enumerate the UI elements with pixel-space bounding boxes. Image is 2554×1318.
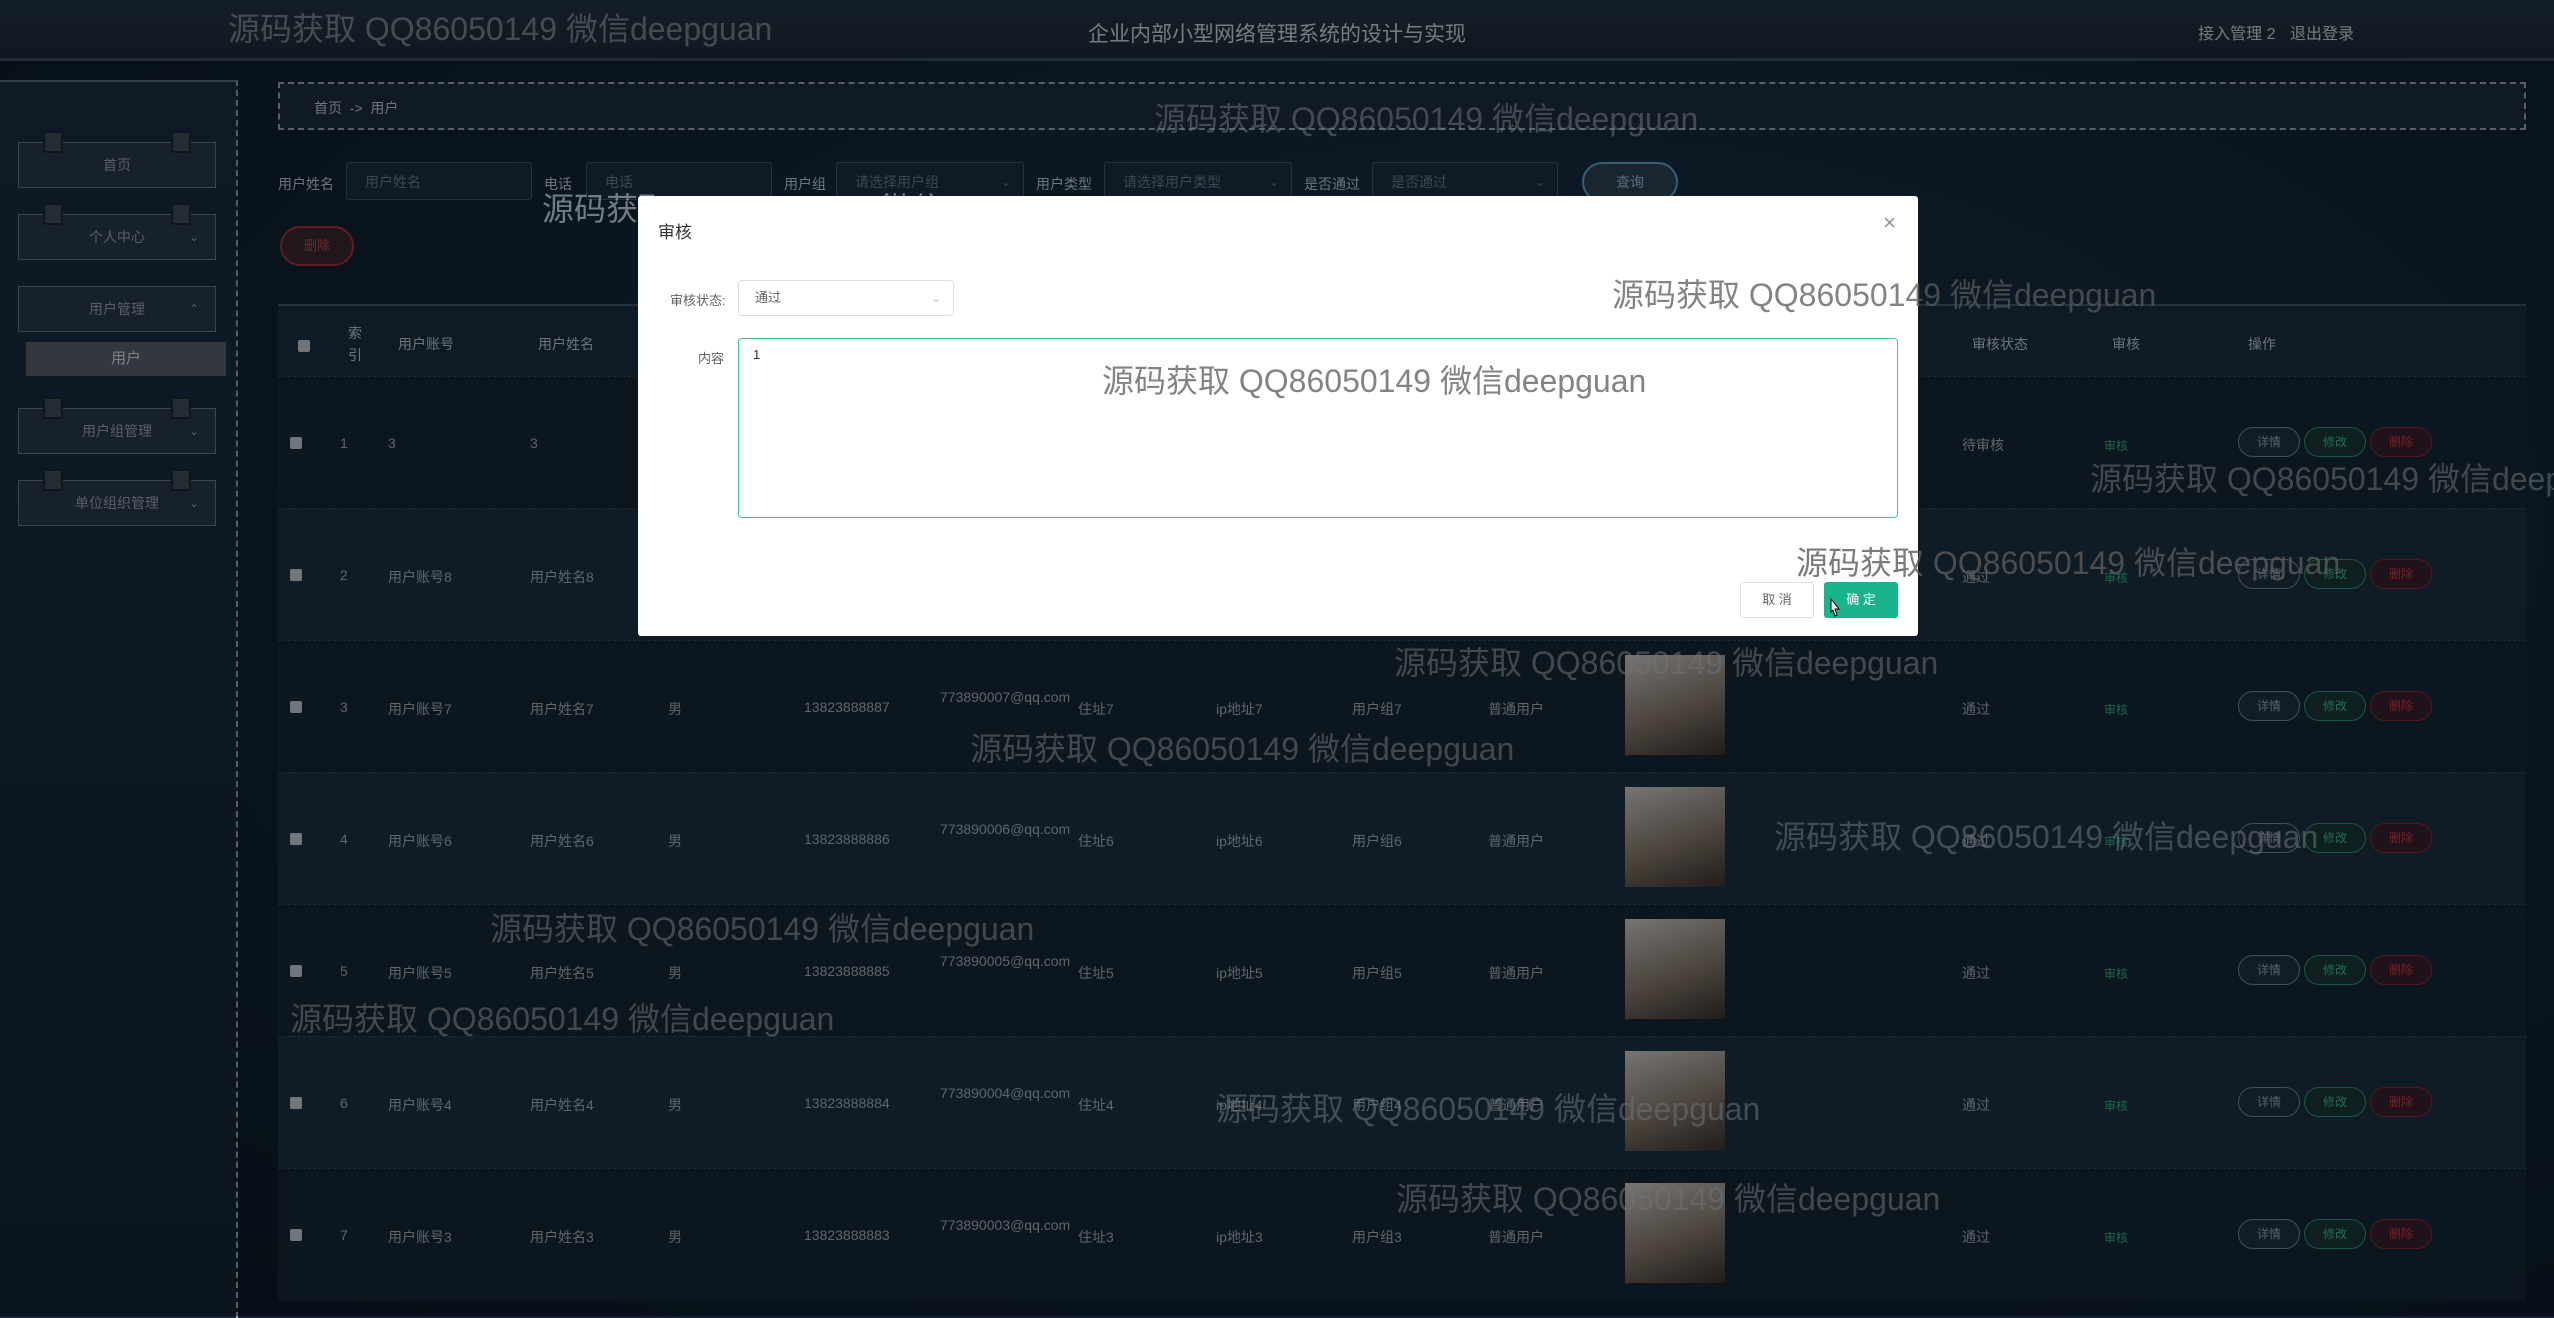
content-textarea[interactable]: 1 [738, 338, 1898, 518]
close-icon[interactable]: × [1883, 210, 1896, 236]
audit-status-label: 审核状态: [670, 293, 726, 308]
cancel-button[interactable]: 取 消 [1740, 582, 1814, 618]
dialog-title: 审核 [658, 223, 692, 242]
audit-status-value: 通过 [755, 290, 782, 305]
audit-status-select[interactable]: 通过 ⌄ [738, 280, 954, 316]
content-label: 内容 [698, 351, 725, 366]
mouse-cursor-icon [1830, 598, 1841, 617]
audit-dialog: 审核 × 审核状态: 通过 ⌄ 内容 1 取 消 确 定 [638, 196, 1918, 636]
chevron-down-icon: ⌄ [930, 291, 941, 305]
